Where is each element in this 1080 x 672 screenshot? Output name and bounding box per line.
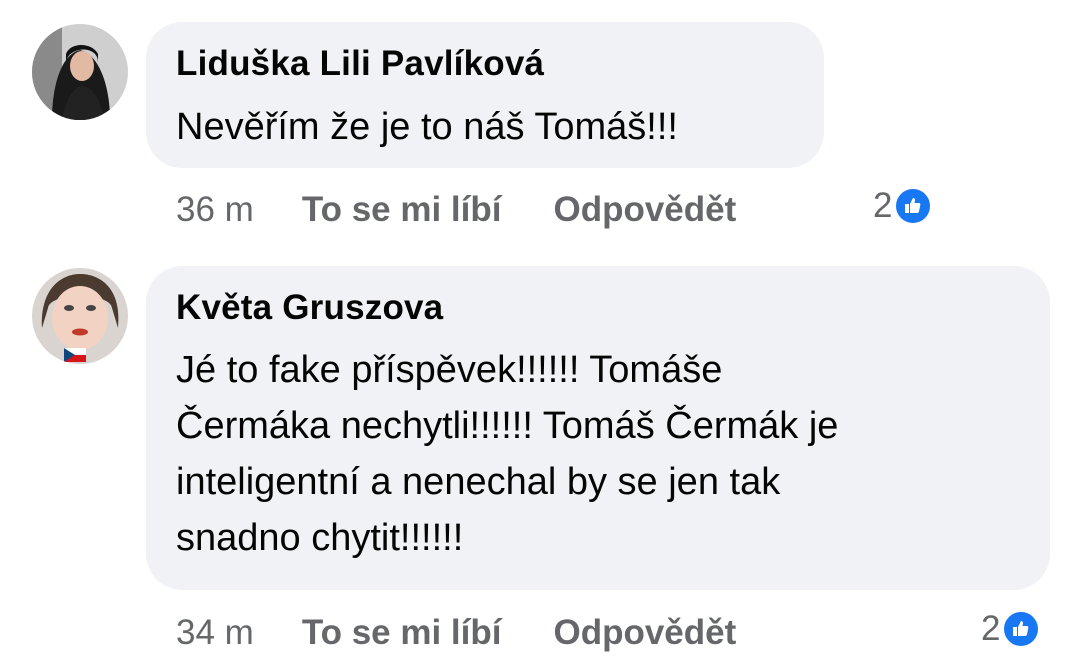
- comment-actions-2: 34 m To se mi líbí Odpovědět: [176, 608, 788, 658]
- comment-actions-1: 36 m To se mi líbí Odpovědět: [176, 185, 788, 235]
- like-reaction-icon: [1002, 610, 1041, 648]
- comment-text: Jé to fake příspěvek!!!!!! Tomáše Čermák…: [176, 349, 839, 559]
- comment-author[interactable]: Květa Gruszova: [176, 288, 443, 328]
- reaction-summary-2[interactable]: 2: [981, 609, 1041, 649]
- profile-photo-icon: [32, 24, 128, 120]
- comment-timestamp[interactable]: 36 m: [176, 190, 254, 230]
- like-button[interactable]: To se mi líbí: [302, 613, 502, 653]
- comment-author[interactable]: Liduška Lili Pavlíková: [176, 44, 544, 84]
- like-reaction-icon: [894, 187, 933, 225]
- comment-bubble-1: Liduška Lili Pavlíková Nevěřím že je to …: [146, 22, 824, 168]
- reaction-count: 2: [873, 186, 893, 225]
- reply-button[interactable]: Odpovědět: [553, 613, 736, 653]
- avatar-kveta[interactable]: [32, 268, 128, 364]
- avatar-liduska[interactable]: [32, 24, 128, 120]
- reaction-summary-1[interactable]: 2: [873, 186, 933, 226]
- comment-text: Nevěřím že je to náš Tomáš!!!: [176, 106, 678, 148]
- reply-button[interactable]: Odpovědět: [553, 190, 736, 230]
- comment-timestamp[interactable]: 34 m: [176, 613, 254, 653]
- profile-photo-icon: [32, 268, 128, 364]
- reaction-count: 2: [981, 609, 1001, 648]
- comment-bubble-2: Květa Gruszova Jé to fake příspěvek!!!!!…: [146, 266, 1050, 590]
- like-button[interactable]: To se mi líbí: [302, 190, 502, 230]
